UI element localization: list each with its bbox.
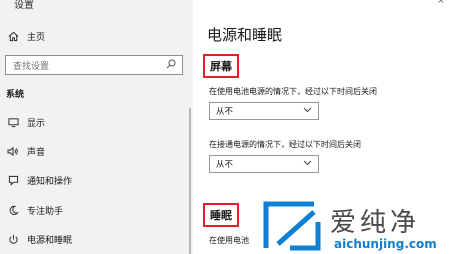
watermark-logo-icon <box>263 201 321 251</box>
sidebar-item-power-sleep[interactable]: 电源和睡眠 <box>6 229 72 249</box>
sleep-battery-description: 在使用电池 <box>209 236 249 245</box>
moon-icon <box>6 203 20 217</box>
sleep-heading: 睡眠 <box>203 203 239 227</box>
notification-icon <box>6 173 20 187</box>
chevron-down-icon <box>303 159 312 169</box>
speaker-icon <box>6 144 20 158</box>
chevron-down-icon <box>303 106 312 116</box>
watermark-text-en: aichunjing.com <box>334 237 437 251</box>
screen-battery-dropdown[interactable]: 从不 <box>209 102 319 120</box>
sidebar-item-notifications[interactable]: 通知和操作 <box>6 170 72 190</box>
screen-battery-value: 从不 <box>216 107 234 117</box>
search-icon[interactable] <box>166 59 176 72</box>
nav-home[interactable]: 主页 <box>6 26 45 46</box>
watermark-text-cn: 爱纯净 <box>330 208 421 238</box>
window-title: 设置 <box>14 0 34 11</box>
page-title: 电源和睡眠 <box>207 26 283 44</box>
sidebar-item-label: 声音 <box>27 147 46 158</box>
screen-plugged-value: 从不 <box>216 160 234 170</box>
close-icon[interactable]: × <box>437 0 445 6</box>
sidebar-item-label: 通知和操作 <box>27 176 73 187</box>
screen-plugged-dropdown[interactable]: 从不 <box>209 155 319 173</box>
search-placeholder: 查找设置 <box>13 61 50 72</box>
sidebar-item-sound[interactable]: 声音 <box>6 141 45 161</box>
home-icon <box>6 29 20 43</box>
search-input[interactable]: 查找设置 <box>5 55 183 75</box>
monitor-icon <box>6 115 20 129</box>
settings-sidebar: 设置 主页 查找设置 系统 显示 声音 通知和操作 专注助手 电源和睡眠 <box>0 0 193 254</box>
section-system-label: 系统 <box>6 90 25 100</box>
watermark: 爱纯净 aichunjing.com <box>262 200 458 254</box>
sidebar-item-label: 显示 <box>27 118 46 129</box>
sidebar-scrollbar[interactable] <box>189 108 191 254</box>
sidebar-item-label: 专注助手 <box>27 206 64 217</box>
screen-heading: 屏幕 <box>203 54 239 78</box>
screen-plugged-description: 在接通电源的情况下，经过以下时间后关闭 <box>209 140 361 149</box>
screen-battery-description: 在使用电池电源的情况下，经过以下时间后关闭 <box>209 87 377 96</box>
sidebar-item-focus-assist[interactable]: 专注助手 <box>6 200 63 220</box>
power-icon <box>6 232 20 246</box>
nav-home-label: 主页 <box>27 32 46 43</box>
sidebar-item-label: 电源和睡眠 <box>27 235 73 246</box>
sidebar-item-display[interactable]: 显示 <box>6 112 45 132</box>
